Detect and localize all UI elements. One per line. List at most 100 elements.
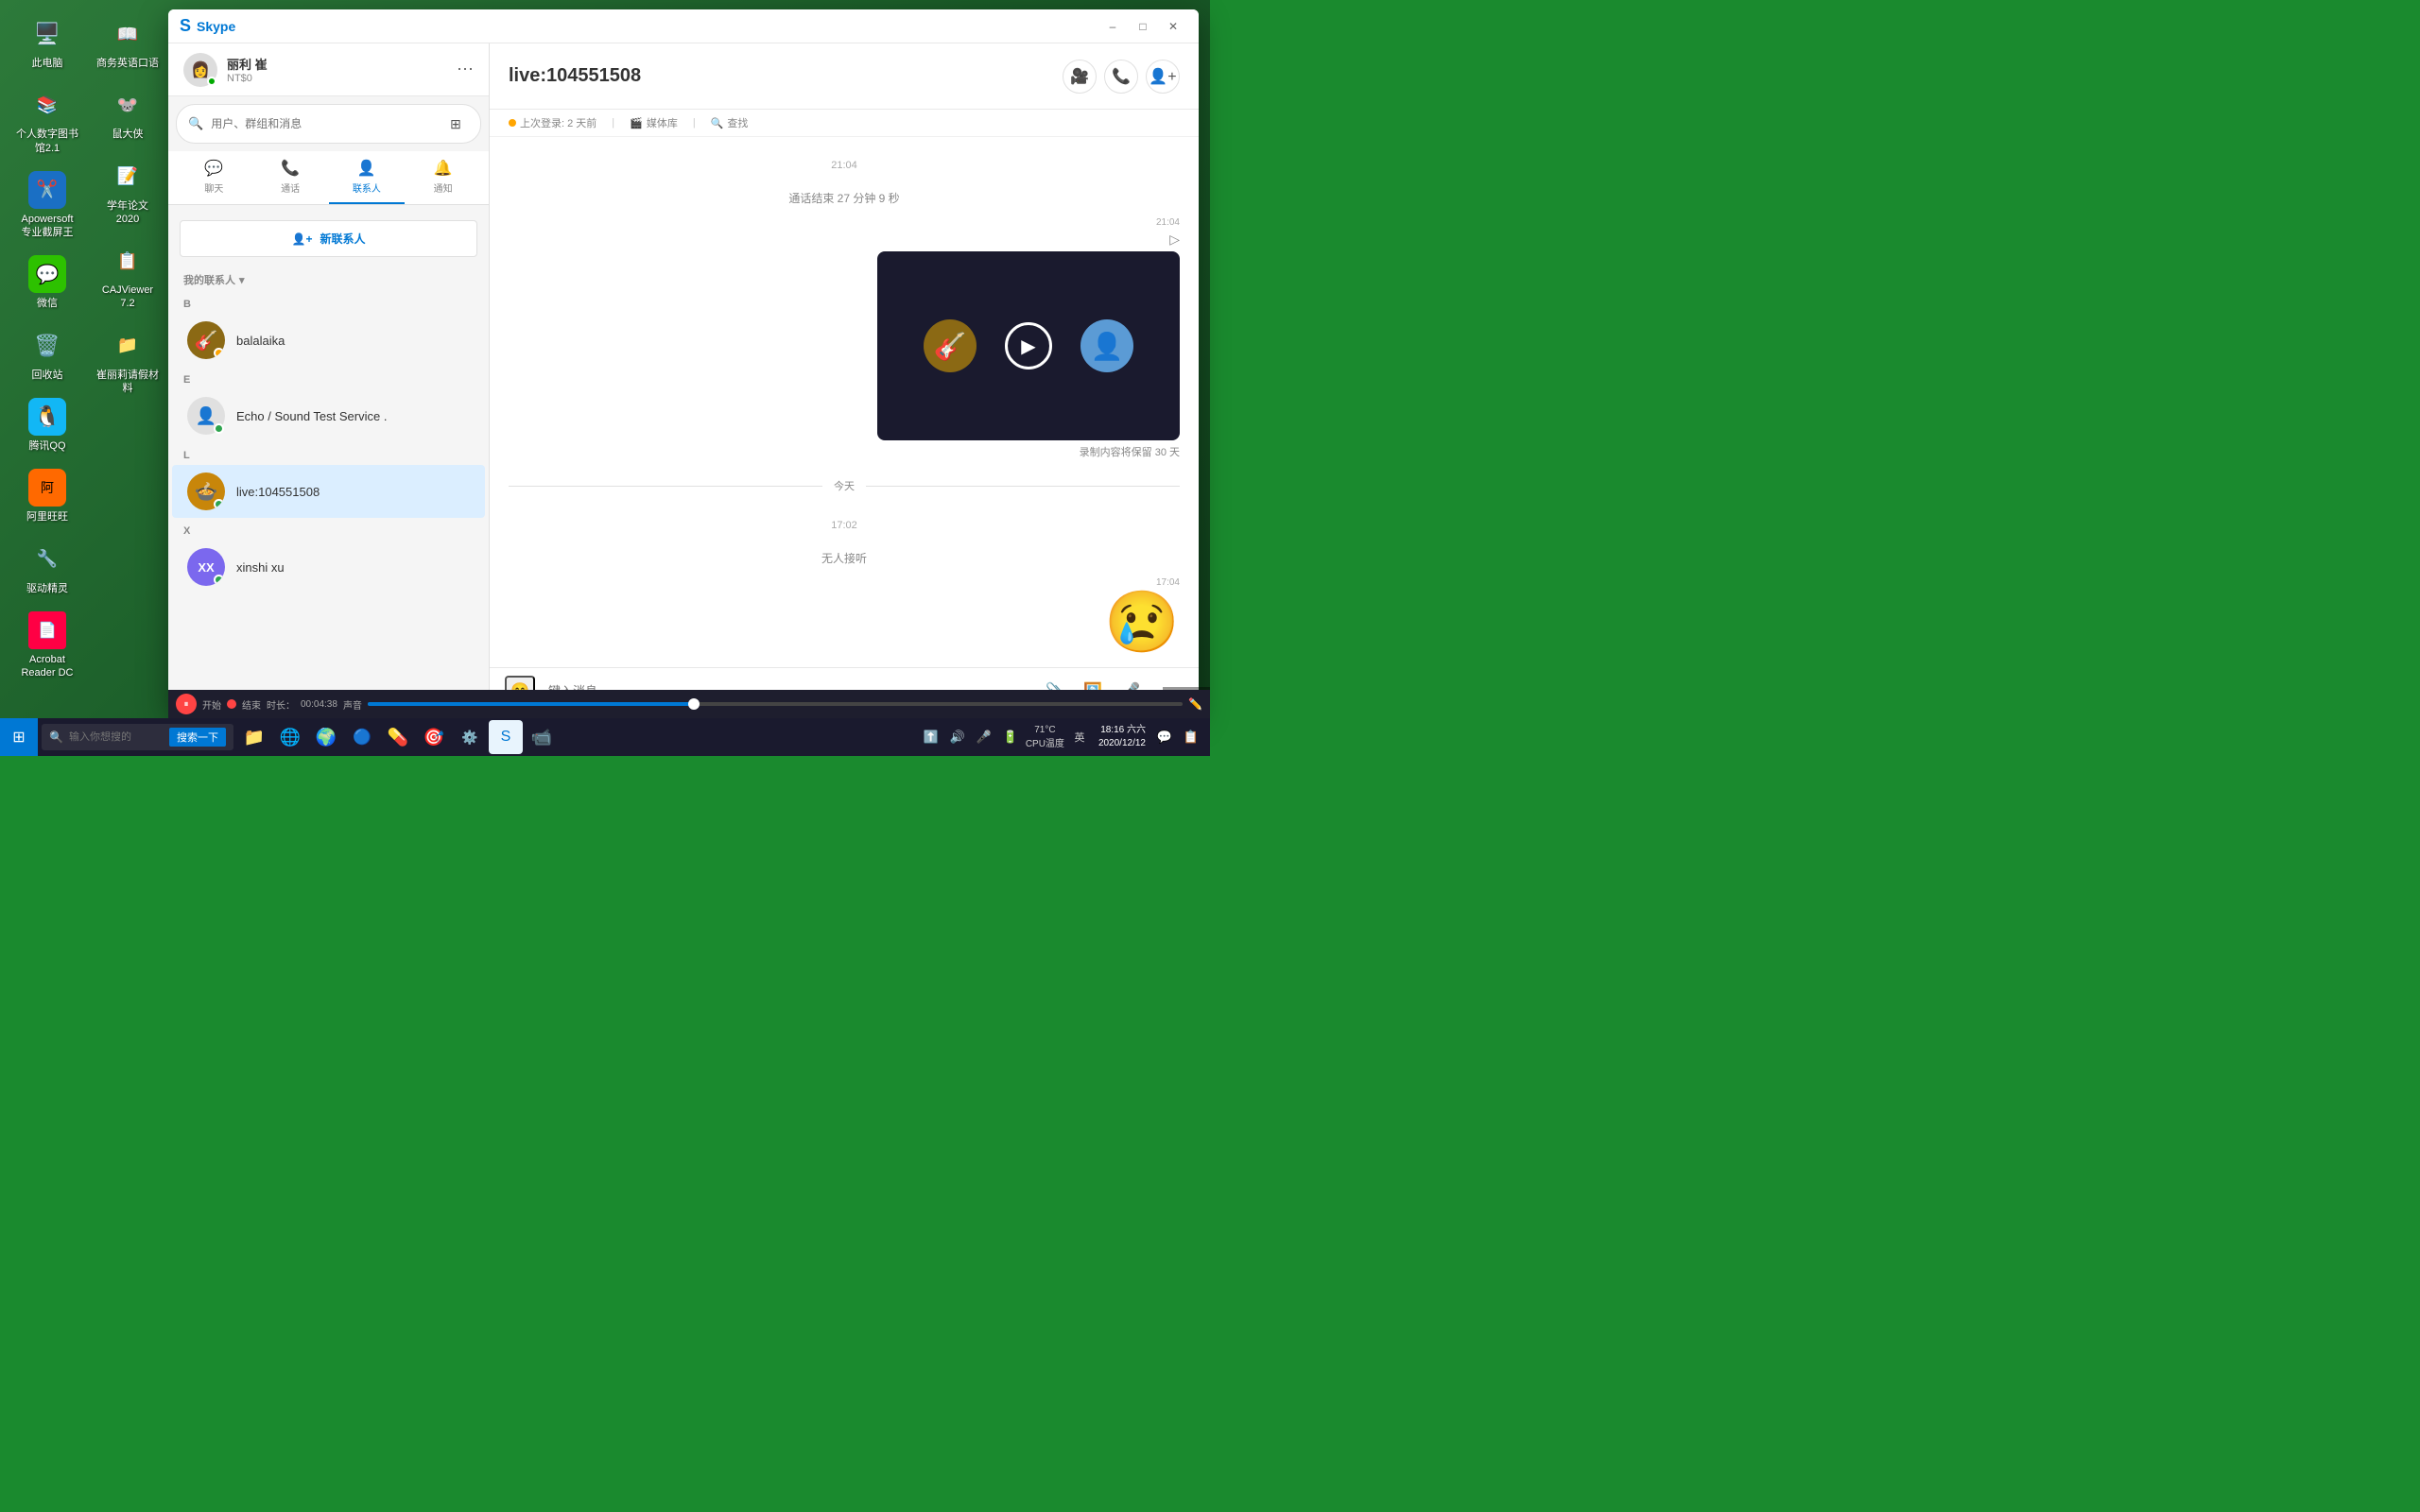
taskbar-clock[interactable]: 18:16 六六 2020/12/12 xyxy=(1095,724,1150,750)
maximize-button[interactable]: □ xyxy=(1129,15,1157,38)
add-participant-button[interactable]: 👤+ xyxy=(1146,60,1180,94)
progress-fill xyxy=(368,702,694,706)
today-text: 今天 xyxy=(834,478,855,493)
desktop-icon-apowersoft[interactable]: ✂️ Apowersoft专业截屏王 xyxy=(9,165,85,246)
right-panel: live:104551508 🎥 📞 👤+ 上次登录: 2 天前 | xyxy=(490,43,1199,713)
echo-status-dot xyxy=(214,423,224,434)
recording-progress[interactable] xyxy=(368,702,1183,706)
taskbar-skype-icon[interactable]: S xyxy=(489,720,523,754)
media-library-info[interactable]: 🎬 媒体库 xyxy=(630,115,678,130)
profile-credits: NT$0 xyxy=(227,73,268,84)
section-e-header: E xyxy=(168,367,489,389)
desktop-icon-recycle-bin[interactable]: 🗑️ 回收站 xyxy=(9,321,85,387)
minimize-button[interactable]: – xyxy=(1098,15,1127,38)
grid-view-button[interactable]: ⊞ xyxy=(442,111,469,137)
tab-calls[interactable]: 📞 通话 xyxy=(252,151,329,204)
video-play-button[interactable]: ▶ xyxy=(1005,322,1052,369)
desktop-icon-alibaba[interactable]: 阿 阿里旺旺 xyxy=(9,463,85,529)
taskbar-edge-icon[interactable]: 🌍 xyxy=(309,720,343,754)
contact-item-balalaika[interactable]: 🎸 balalaika xyxy=(172,314,485,367)
taskbar-search-area: 🔍 搜索一下 xyxy=(42,724,233,750)
status-indicator xyxy=(509,119,516,127)
taskbar-app5-icon[interactable]: 🎯 xyxy=(417,720,451,754)
timestamp-2104: 21:04 xyxy=(509,160,1180,171)
tab-chat[interactable]: 💬 聊天 xyxy=(176,151,252,204)
add-contact-icon: 👤+ xyxy=(292,232,313,246)
desktop: 🖥️ 此电脑 📚 个人数字图书馆2.1 ✂️ Apowersoft专业截屏王 💬… xyxy=(0,0,1210,756)
desktop-icon-thesis[interactable]: 📝 学年论文2020 xyxy=(90,152,165,232)
new-contact-button[interactable]: 👤+ 新联系人 xyxy=(180,220,477,257)
taskbar-system-tray: ⬆️ 🔊 🎤 🔋 71°C CPU温度 英 18:16 六六 2020/12/1… xyxy=(920,720,1210,754)
sad-emoji-display: 😢 xyxy=(1104,592,1180,652)
voice-call-button[interactable]: 📞 xyxy=(1104,60,1138,94)
speaker-icon[interactable]: 🔊 xyxy=(946,720,969,754)
network-icon[interactable]: ⬆️ xyxy=(920,720,942,754)
desktop-icon-digital-library[interactable]: 📚 个人数字图书馆2.1 xyxy=(9,80,85,161)
search-info-icon: 🔍 xyxy=(711,117,724,129)
search-input[interactable] xyxy=(211,117,435,130)
section-l-header: L xyxy=(168,442,489,465)
mic-active-icon[interactable]: 🎤 xyxy=(973,720,995,754)
desktop-icon-acrobat[interactable]: 📄 AcrobatReader DC xyxy=(9,606,85,686)
start-button[interactable]: ⊞ xyxy=(0,718,38,756)
close-button[interactable]: ✕ xyxy=(1159,15,1187,38)
taskbar-chrome-icon[interactable]: 🔵 xyxy=(345,720,379,754)
skype-body: 👩 丽利 崔 NT$0 ⋯ 🔍 ⊞ xyxy=(168,43,1199,713)
video-thumbnail[interactable]: 🎸 ▶ 👤 xyxy=(877,251,1180,440)
my-contacts-header[interactable]: 我的联系人 ▾ xyxy=(168,265,489,291)
contact-item-echo[interactable]: 👤 Echo / Sound Test Service . xyxy=(172,389,485,442)
contact-item-xinshi[interactable]: XX xinshi xu xyxy=(172,541,485,593)
online-status-dot xyxy=(207,77,216,86)
desktop-icon-computer[interactable]: 🖥️ 此电脑 xyxy=(9,9,85,76)
profile-avatar: 👩 xyxy=(183,53,217,87)
echo-avatar: 👤 xyxy=(187,397,225,435)
contact-item-live[interactable]: 🍲 live:104551508 xyxy=(172,465,485,518)
tab-contacts[interactable]: 👤 联系人 xyxy=(329,151,406,204)
rec-start-label: 开始 xyxy=(202,697,221,712)
video-participants: 🎸 ▶ 👤 xyxy=(924,319,1133,372)
xinshi-avatar: XX xyxy=(187,548,225,586)
desktop-icon-shu-da[interactable]: 🐭 鼠大侠 xyxy=(90,80,165,146)
search-label: 查找 xyxy=(727,115,748,130)
desktop-icon-caj[interactable]: 📋 CAJViewer7.2 xyxy=(90,236,165,317)
taskbar-explorer-icon[interactable]: 📁 xyxy=(237,720,271,754)
desktop-icon-business-english[interactable]: 📖 商务英语口语 xyxy=(90,9,165,76)
divider-left xyxy=(509,486,822,487)
chat-info-bar: 上次登录: 2 天前 | 🎬 媒体库 | 🔍 查找 xyxy=(490,110,1199,137)
skype-icon: S xyxy=(180,16,191,36)
battery-icon[interactable]: 🔋 xyxy=(999,720,1022,754)
taskbar-app7-icon[interactable]: 📹 xyxy=(525,720,559,754)
desktop-icon-holiday[interactable]: 📁 崔丽莉请假材料 xyxy=(90,321,165,402)
profile-more-button[interactable]: ⋯ xyxy=(457,60,474,79)
video-message-row: 21:04 ▷ 🎸 xyxy=(509,217,1180,459)
pipe-separator-2: | xyxy=(693,117,696,129)
rec-edit-icon[interactable]: ✏️ xyxy=(1188,697,1202,711)
progress-thumb xyxy=(688,698,700,710)
skype-logo: S Skype xyxy=(180,16,235,36)
emoji-timestamp: 17:04 xyxy=(1156,577,1180,588)
divider-right xyxy=(866,486,1180,487)
taskbar-search-button[interactable]: 搜索一下 xyxy=(169,728,226,747)
desktop-icon-driver-wizard[interactable]: 🔧 驱动精灵 xyxy=(9,535,85,601)
today-divider: 今天 xyxy=(509,478,1180,493)
taskbar-app6-icon[interactable]: ⚙️ xyxy=(453,720,487,754)
recording-indicator[interactable]: ⏸ xyxy=(176,694,197,714)
search-info[interactable]: 🔍 查找 xyxy=(711,115,749,130)
video-caption: 录制内容将保留 30 天 xyxy=(1080,444,1180,459)
my-contacts-label: 我的联系人 xyxy=(183,272,235,287)
desktop-icon-wechat[interactable]: 💬 微信 xyxy=(9,249,85,316)
action-center-icon[interactable]: 📋 xyxy=(1180,720,1202,754)
live-contact-name: live:104551508 xyxy=(236,485,320,499)
video-call-button[interactable]: 🎥 xyxy=(1063,60,1097,94)
input-method-icon[interactable]: 英 xyxy=(1068,720,1091,754)
nav-tabs: 💬 聊天 📞 通话 👤 联系人 🔔 通知 xyxy=(168,151,489,205)
taskbar-search-input[interactable] xyxy=(69,731,164,743)
taskbar-ie-icon[interactable]: 🌐 xyxy=(273,720,307,754)
desktop-icon-tencent-qq[interactable]: 🐧 腾讯QQ xyxy=(9,392,85,458)
desktop-icons-container: 🖥️ 此电脑 📚 个人数字图书馆2.1 ✂️ Apowersoft专业截屏王 💬… xyxy=(0,0,175,696)
tab-notifications[interactable]: 🔔 通知 xyxy=(405,151,481,204)
tab-contacts-label: 联系人 xyxy=(353,180,381,195)
calls-icon: 📞 xyxy=(281,159,300,178)
notifications-tray-icon[interactable]: 💬 xyxy=(1153,720,1176,754)
taskbar-app4-icon[interactable]: 💊 xyxy=(381,720,415,754)
